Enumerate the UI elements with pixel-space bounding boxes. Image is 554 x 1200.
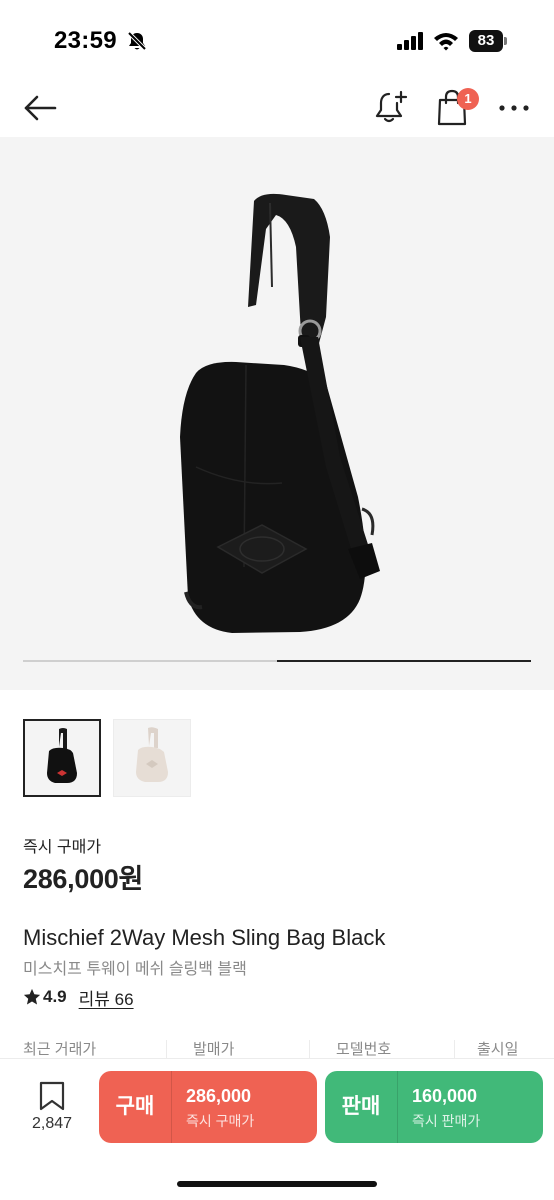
- sell-button-label: 판매: [341, 1095, 381, 1118]
- bookmark-icon: [39, 1081, 65, 1111]
- battery-icon: 83: [469, 30, 507, 52]
- wifi-icon: [434, 33, 458, 51]
- thumbnail-black[interactable]: [23, 719, 101, 797]
- product-image: [180, 193, 380, 633]
- thumbnail-beige[interactable]: [113, 719, 191, 797]
- buy-button-sub: 즉시 구매가: [186, 1113, 255, 1129]
- bell-plus-icon[interactable]: [372, 88, 410, 126]
- buy-button-label: 구매: [115, 1095, 155, 1118]
- status-time: 23:59: [54, 27, 117, 54]
- sell-button[interactable]: 판매 160,000 즉시 판매가: [325, 1071, 543, 1143]
- carousel-indicator-active: [277, 660, 531, 662]
- star-icon: [23, 988, 41, 1005]
- wishlist-count: 2,847: [31, 1115, 73, 1132]
- product-name: Mischief 2Way Mesh Sling Bag Black: [23, 925, 386, 950]
- cart-badge: 1: [457, 88, 479, 110]
- sell-button-price: 160,000: [412, 1086, 478, 1106]
- thumbnail-beige-image: [136, 727, 168, 782]
- buy-button-price: 286,000: [186, 1086, 252, 1106]
- cellular-signal-icon: [397, 32, 423, 50]
- status-bar: 23:59 83: [0, 0, 554, 80]
- rating-row: 4.9 리뷰 66: [23, 985, 134, 1010]
- rating-value: 4.9: [43, 987, 67, 1006]
- thumbnail-black-image: [47, 728, 77, 783]
- more-icon[interactable]: [496, 96, 532, 120]
- review-link[interactable]: 리뷰 66: [79, 985, 134, 1010]
- buy-button[interactable]: 구매 286,000 즉시 구매가: [99, 1071, 317, 1143]
- battery-level: 83: [469, 30, 503, 52]
- sell-button-sub: 즉시 판매가: [412, 1113, 481, 1129]
- bell-slash-icon: [127, 31, 147, 51]
- product-name-korean: 미스치프 투웨이 메쉬 슬링백 블랙: [23, 961, 247, 978]
- instant-buy-price-label: 즉시 구매가: [23, 839, 102, 856]
- shopping-bag-button[interactable]: 1: [434, 88, 479, 128]
- instant-buy-price: 286,000원: [23, 864, 144, 894]
- bottom-action-bar: 2,847 구매 286,000 즉시 구매가 판매 160,000 즉시 판매…: [0, 1058, 554, 1200]
- carousel-indicator: [23, 660, 531, 662]
- product-image-carousel[interactable]: [0, 137, 554, 690]
- wishlist-button[interactable]: 2,847: [24, 1079, 80, 1139]
- back-arrow-icon[interactable]: [22, 90, 58, 126]
- home-indicator[interactable]: [177, 1181, 377, 1187]
